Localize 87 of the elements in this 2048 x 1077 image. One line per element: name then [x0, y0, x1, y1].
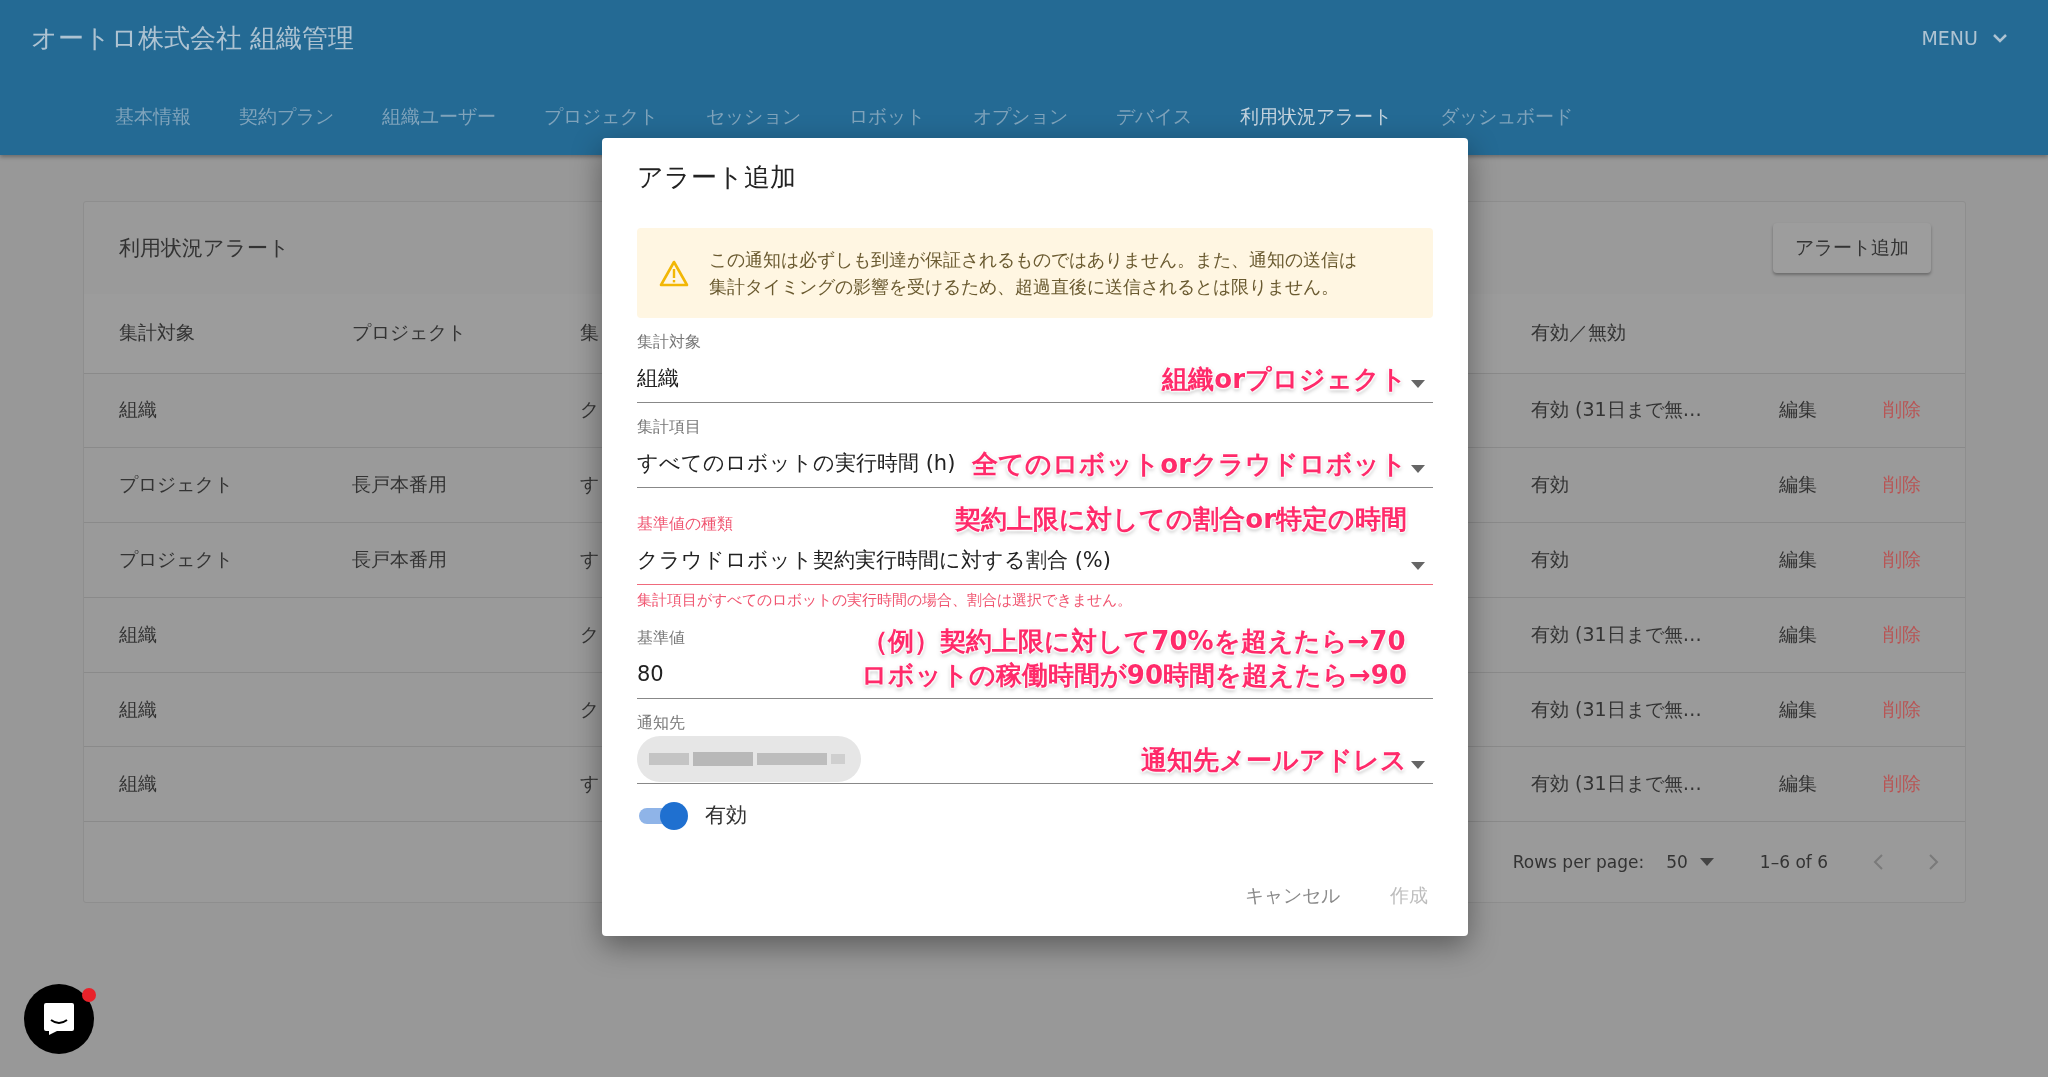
table-cell-text: 有効 [1531, 472, 1569, 498]
caret-icon [1699, 858, 1714, 867]
dialog-action-button[interactable]: キャンセル [1245, 883, 1340, 909]
table-cell-text: ク [580, 621, 599, 647]
delete-link[interactable]: 削除 [1883, 472, 1921, 499]
rows-per-page-select[interactable]: 50 [1666, 852, 1714, 873]
delete-link[interactable]: 削除 [1883, 771, 1921, 798]
dialog-title: アラート追加 [637, 161, 797, 194]
nav-tab[interactable]: プロジェクト [544, 104, 658, 130]
column-header: プロジェクト [352, 320, 466, 346]
switch-label: 有効 [705, 802, 747, 829]
column-header: 集 [580, 320, 599, 346]
table-cell-text: ク [580, 696, 599, 722]
table-cell-text: 有効 (31日まで無… [1531, 771, 1702, 797]
table-cell-text: す [580, 546, 599, 572]
table-cell-text: 組織 [119, 696, 157, 722]
field-label: 通知先 [637, 713, 685, 734]
nav-tab[interactable]: 組織ユーザー [382, 104, 496, 130]
field-label: 集計対象 [637, 332, 701, 353]
field-value: 組織 [637, 365, 679, 392]
nav-tab[interactable]: ロボット [849, 104, 925, 130]
app-title: オートロ株式会社 組織管理 [31, 21, 355, 55]
menu-button[interactable]: MENU [1921, 27, 2008, 49]
nav-tab[interactable]: 基本情報 [115, 104, 191, 130]
dropdown-arrow-icon [1411, 562, 1425, 570]
field-value: 80 [637, 662, 664, 686]
edit-link[interactable]: 編集 [1779, 621, 1817, 648]
column-header: 集計対象 [119, 320, 195, 346]
delete-link[interactable]: 削除 [1883, 397, 1921, 424]
table-cell-text: 長戸本番用 [352, 546, 447, 572]
warning-text: この通知は必ずしも到達が保証されるものではありません。また、通知の送信は [709, 248, 1357, 272]
table-cell-text: 有効 (31日まで無… [1531, 696, 1702, 722]
edit-link[interactable]: 編集 [1779, 472, 1817, 499]
table-cell-text: 組織 [119, 621, 157, 647]
dropdown-arrow-icon [1411, 465, 1425, 473]
table-cell-text: 有効 (31日まで無… [1531, 621, 1702, 647]
input-field[interactable]: 基準値 80 （例）契約上限に対して70%を超えたら→70 ロボットの稼働時間が90時間を超えたら→90 [637, 624, 1433, 699]
table-cell-text: プロジェクト [119, 546, 233, 572]
page-range: 1–6 of 6 [1759, 852, 1828, 873]
select-field[interactable]: 基準値の種類 契約上限に対しての割合or特定の時間 クラウドロボット契約実行時間に対する割合 (%) [637, 502, 1433, 585]
table-cell-text: 長戸本番用 [352, 472, 447, 498]
annotation-text: ロボットの稼働時間が90時間を超えたら→90 [860, 659, 1407, 692]
card-title: 利用状況アラート [119, 234, 290, 262]
nav-tab[interactable]: セッション [706, 104, 801, 130]
table-cell-text: 有効 (31日まで無… [1531, 397, 1702, 423]
error-text: 集計項目がすべてのロボットの実行時間の場合、割合は選択できません。 [637, 591, 1133, 610]
table-cell-text: プロジェクト [119, 472, 233, 498]
edit-link[interactable]: 編集 [1779, 546, 1817, 573]
annotation-text: 組織orプロジェクト [1162, 363, 1407, 396]
table-cell-text: 組織 [119, 397, 157, 423]
annotation-text: （例）契約上限に対して70%を超えたら→70 [862, 625, 1406, 658]
field-label: 集計項目 [637, 417, 701, 438]
field-value: クラウドロボット契約実行時間に対する割合 (%) [637, 547, 1111, 574]
field-value: すべてのロボットの実行時間 (h) [637, 450, 956, 477]
delete-link[interactable]: 削除 [1883, 696, 1921, 723]
annotation-text: 通知先メールアドレス [1141, 744, 1407, 777]
table-cell-text: 組織 [119, 771, 157, 797]
field-label: 基準値 [637, 628, 685, 649]
chevron-down-icon [1992, 33, 2008, 43]
warning-text: 集計タイミングの影響を受けるため、超過直後に送信されるとは限りません。 [709, 275, 1340, 299]
annotation-text: 全てのロボットorクラウドロボット [972, 448, 1407, 481]
table-cell-text: ク [580, 397, 599, 423]
table-cell-text: す [580, 771, 599, 797]
nav-tab[interactable]: 利用状況アラート [1240, 104, 1392, 130]
chat-bubble-icon [43, 1002, 75, 1036]
dropdown-arrow-icon [1411, 380, 1425, 388]
nav-tab[interactable]: ダッシュボード [1440, 104, 1573, 130]
add-alert-button[interactable]: アラート追加 [1773, 222, 1931, 273]
select-field[interactable]: 集計項目 すべてのロボットの実行時間 (h) 全てのロボットorクラウドロボット [637, 417, 1433, 488]
nav-tab[interactable]: 契約プラン [239, 104, 334, 130]
nav-tab[interactable]: デバイス [1116, 104, 1192, 130]
annotation-text: 契約上限に対しての割合or特定の時間 [955, 503, 1407, 536]
table-cell-text: す [580, 472, 599, 498]
warning-icon [659, 259, 689, 287]
nav-tab[interactable]: オプション [973, 104, 1068, 130]
table-cell-text: 有効 [1531, 546, 1569, 572]
delete-link[interactable]: 削除 [1883, 621, 1921, 648]
column-header: 有効／無効 [1531, 320, 1626, 346]
edit-link[interactable]: 編集 [1779, 397, 1817, 424]
field-label: 基準値の種類 [637, 514, 733, 535]
dropdown-arrow-icon [1411, 761, 1425, 769]
rows-per-page-label: Rows per page: [1512, 852, 1645, 873]
select-field[interactable]: 通知先 通知先メールアドレス [637, 713, 1433, 784]
edit-link[interactable]: 編集 [1779, 771, 1817, 798]
edit-link[interactable]: 編集 [1779, 696, 1817, 723]
select-field[interactable]: 集計対象 組織 組織orプロジェクト [637, 332, 1433, 403]
delete-link[interactable]: 削除 [1883, 546, 1921, 573]
